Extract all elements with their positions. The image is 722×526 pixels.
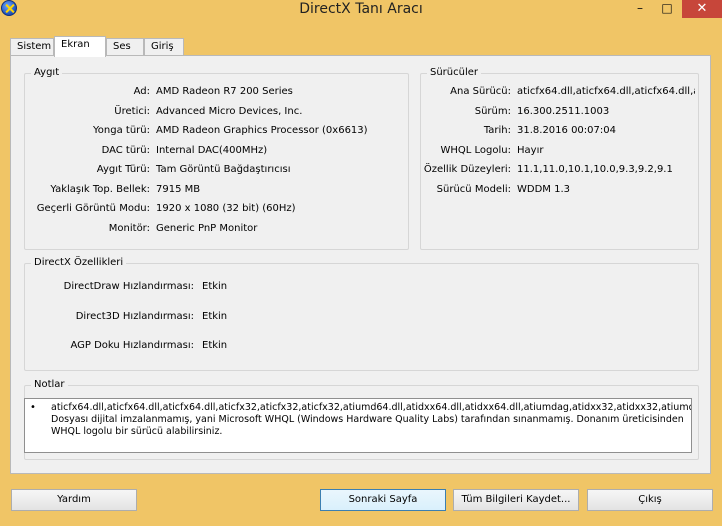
- device-row-monitor: Monitör: Generic PnP Monitor: [24, 222, 409, 236]
- driver-row-model: Sürücü Modeli: WDDM 1.3: [420, 183, 699, 197]
- notes-text: aticfx64.dll,aticfx64.dll,aticfx64.dll,a…: [51, 402, 691, 437]
- device-mode-value: 1920 x 1080 (32 bit) (60Hz): [156, 203, 296, 214]
- device-chip-value: AMD Radeon Graphics Processor (0x6613): [156, 125, 368, 136]
- driver-model-value: WDDM 1.3: [517, 184, 570, 195]
- driver-row-whql: WHQL Logolu: Hayır: [420, 144, 699, 158]
- feature-row-direct3d: Direct3D Hızlandırması: Etkin: [24, 310, 424, 324]
- device-manufacturer-value: Advanced Micro Devices, Inc.: [156, 106, 303, 117]
- agp-value: Etkin: [202, 340, 228, 351]
- notes-textbox[interactable]: • aticfx64.dll,aticfx64.dll,aticfx64.dll…: [24, 398, 692, 453]
- dxdiag-window: DirectX Tanı Aracı – □ ✕ Sistem Ekran Se…: [0, 0, 722, 526]
- close-button[interactable]: ✕: [682, 0, 722, 18]
- minimize-button[interactable]: –: [628, 0, 652, 18]
- driver-whql-label: WHQL Logolu:: [440, 145, 512, 156]
- device-name-value: AMD Radeon R7 200 Series: [156, 86, 293, 97]
- device-group-title: Aygıt: [31, 67, 63, 79]
- maximize-button[interactable]: □: [655, 0, 679, 18]
- device-name-label: Ad:: [133, 86, 150, 97]
- title-bar: DirectX Tanı Aracı – □ ✕: [0, 0, 722, 34]
- device-row-manufacturer: Üretici: Advanced Micro Devices, Inc.: [24, 105, 409, 119]
- driver-date-label: Tarih:: [483, 125, 511, 136]
- notes-bullet: •: [30, 402, 36, 413]
- device-type-label: Aygıt Türü:: [96, 164, 150, 175]
- feature-row-directdraw: DirectDraw Hızlandırması: Etkin: [24, 280, 424, 294]
- directdraw-value: Etkin: [202, 281, 228, 292]
- direct3d-label: Direct3D Hızlandırması:: [75, 311, 194, 322]
- driver-row-main: Ana Sürücü: aticfx64.dll,aticfx64.dll,at…: [420, 85, 699, 99]
- next-page-button[interactable]: Sonraki Sayfa: [320, 489, 446, 511]
- tab-ekran[interactable]: Ekran: [54, 36, 106, 57]
- device-row-name: Ad: AMD Radeon R7 200 Series: [24, 85, 409, 99]
- device-type-value: Tam Görüntü Bağdaştırıcısı: [156, 164, 291, 175]
- save-all-info-button[interactable]: Tüm Bilgileri Kaydet...: [453, 489, 579, 511]
- device-dac-label: DAC türü:: [101, 145, 150, 156]
- driver-main-value: aticfx64.dll,aticfx64.dll,aticfx64.dll,a: [517, 86, 695, 97]
- driver-row-feature-levels: Özellik Düzeyleri: 11.1,11.0,10.1,10.0,9…: [420, 163, 699, 177]
- device-row-mode: Geçerli Görüntü Modu: 1920 x 1080 (32 bi…: [24, 202, 409, 216]
- device-row-memory: Yaklaşık Top. Bellek: 7915 MB: [24, 183, 409, 197]
- driver-main-label: Ana Sürücü:: [450, 86, 511, 97]
- notes-group-title: Notlar: [31, 379, 68, 391]
- driver-feature-levels-label: Özellik Düzeyleri:: [423, 164, 511, 175]
- device-mode-label: Geçerli Görüntü Modu:: [36, 203, 150, 214]
- driver-feature-levels-value: 11.1,11.0,10.1,10.0,9.3,9.2,9.1: [517, 164, 673, 175]
- driver-date-value: 31.8.2016 00:07:04: [517, 125, 616, 136]
- driver-version-value: 16.300.2511.1003: [517, 106, 610, 117]
- device-dac-value: Internal DAC(400MHz): [156, 145, 268, 156]
- device-memory-label: Yaklaşık Top. Bellek:: [50, 184, 150, 195]
- exit-button[interactable]: Çıkış: [587, 489, 713, 511]
- directx-features-title: DirectX Özellikleri: [31, 257, 127, 269]
- tab-ses[interactable]: Ses: [106, 38, 144, 56]
- tab-giris[interactable]: Giriş: [144, 38, 184, 56]
- driver-model-label: Sürücü Modeli:: [436, 184, 511, 195]
- device-row-dac: DAC türü: Internal DAC(400MHz): [24, 144, 409, 158]
- device-row-type: Aygıt Türü: Tam Görüntü Bağdaştırıcısı: [24, 163, 409, 177]
- device-monitor-value: Generic PnP Monitor: [156, 223, 258, 234]
- driver-row-date: Tarih: 31.8.2016 00:07:04: [420, 124, 699, 138]
- device-row-chip: Yonga türü: AMD Radeon Graphics Processo…: [24, 124, 409, 138]
- help-button[interactable]: Yardım: [11, 489, 137, 511]
- drivers-group: Sürücüler: [420, 67, 699, 250]
- feature-row-agp: AGP Doku Hızlandırması: Etkin: [24, 339, 424, 353]
- device-chip-label: Yonga türü:: [93, 125, 150, 136]
- direct3d-value: Etkin: [202, 311, 228, 322]
- window-title: DirectX Tanı Aracı: [299, 1, 423, 17]
- agp-label: AGP Doku Hızlandırması:: [70, 340, 194, 351]
- driver-whql-value: Hayır: [517, 145, 544, 156]
- device-manufacturer-label: Üretici:: [114, 106, 150, 117]
- device-monitor-label: Monitör:: [108, 223, 150, 234]
- directdraw-label: DirectDraw Hızlandırması:: [63, 281, 194, 292]
- drivers-group-title: Sürücüler: [427, 67, 482, 79]
- driver-row-version: Sürüm: 16.300.2511.1003: [420, 105, 699, 119]
- device-memory-value: 7915 MB: [156, 184, 201, 195]
- driver-version-label: Sürüm:: [474, 106, 511, 117]
- tab-sistem[interactable]: Sistem: [10, 38, 54, 56]
